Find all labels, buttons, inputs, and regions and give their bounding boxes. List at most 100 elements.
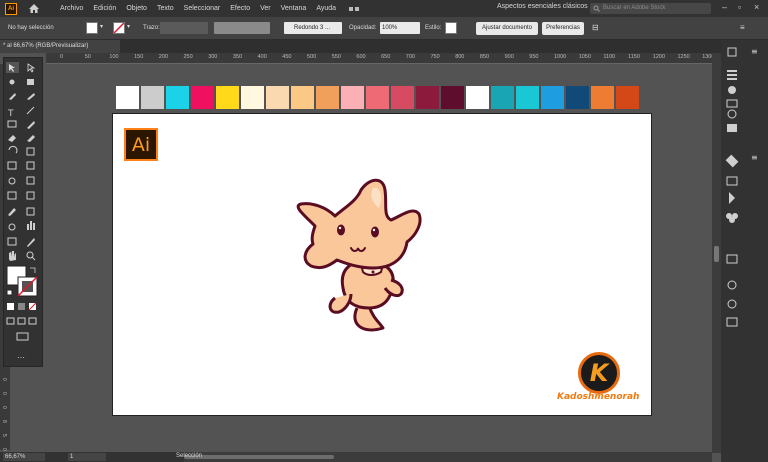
color-mode-buttons[interactable] — [7, 302, 37, 312]
palette-swatch[interactable] — [216, 86, 239, 109]
free-transform-tool-icon[interactable] — [25, 162, 37, 172]
artboard-tool-icon[interactable] — [6, 237, 18, 247]
palette-swatch[interactable] — [616, 86, 639, 109]
preferences-button[interactable]: Preferencias — [542, 22, 584, 35]
symbol-sprayer-tool-icon[interactable] — [6, 222, 18, 232]
palette-swatch[interactable] — [491, 86, 514, 109]
mesh-tool-icon[interactable] — [6, 191, 18, 201]
menu-ver[interactable]: Ver — [255, 5, 276, 12]
brush-dropdown[interactable]: Redondo 3 ... — [284, 22, 342, 34]
links-panel-icon[interactable] — [727, 192, 739, 202]
width-tool-icon[interactable] — [6, 162, 18, 172]
fill-swatch[interactable] — [86, 22, 98, 34]
more-tools-icon[interactable] — [17, 350, 29, 360]
opacity-input[interactable]: 100% — [380, 22, 420, 34]
chevron-down-icon[interactable]: ▾ — [100, 23, 103, 30]
scale-tool-icon[interactable] — [25, 149, 37, 159]
zoom-tool-icon[interactable] — [25, 251, 37, 261]
palette-swatch[interactable] — [566, 86, 589, 109]
palette-swatch[interactable] — [266, 86, 289, 109]
stroke-weight-dropdown[interactable] — [160, 22, 208, 34]
palette-swatch[interactable] — [441, 86, 464, 109]
menu-texto[interactable]: Texto — [152, 5, 179, 12]
palette-swatch[interactable] — [341, 86, 364, 109]
appearance-panel-icon[interactable] — [727, 280, 739, 290]
palette-swatch[interactable] — [316, 86, 339, 109]
palette-swatch[interactable] — [241, 86, 264, 109]
menu-edicion[interactable]: Edición — [88, 5, 121, 12]
blend-tool-icon[interactable] — [25, 207, 37, 217]
palette-swatch[interactable] — [191, 86, 214, 109]
artboard-navigator[interactable]: 1 — [68, 453, 106, 461]
menu-icon[interactable]: ≡ — [740, 23, 745, 32]
minimize-icon[interactable]: – — [722, 2, 727, 12]
palette-swatch[interactable] — [516, 86, 539, 109]
palette-swatch[interactable] — [541, 86, 564, 109]
palette-swatch[interactable] — [366, 86, 389, 109]
fill-stroke-swatches[interactable] — [7, 266, 37, 296]
scrollbar-thumb[interactable] — [184, 455, 334, 459]
horizontal-scrollbar[interactable] — [184, 452, 712, 462]
shaper-tool-icon[interactable] — [6, 135, 18, 145]
artboards-panel-icon[interactable] — [727, 176, 739, 186]
graphic-styles-panel-icon[interactable] — [727, 300, 739, 310]
swatches-panel-icon[interactable] — [727, 100, 739, 110]
palette-swatch[interactable] — [116, 86, 139, 109]
palette-swatch[interactable] — [391, 86, 414, 109]
palette-swatch[interactable] — [466, 86, 489, 109]
menu-ventana[interactable]: Ventana — [276, 5, 312, 12]
paintbrush-tool-icon[interactable] — [25, 121, 37, 131]
hand-tool-icon[interactable] — [6, 251, 18, 261]
transparency-panel-icon[interactable] — [727, 254, 739, 264]
pen-tool-icon[interactable] — [6, 92, 18, 102]
column-graph-tool-icon[interactable] — [25, 222, 37, 232]
layers-panel-icon[interactable] — [727, 156, 739, 166]
rectangle-tool-icon[interactable] — [6, 121, 18, 131]
color-panel-icon[interactable] — [727, 86, 739, 96]
type-tool-icon[interactable] — [6, 107, 18, 117]
gradient-tool-icon[interactable] — [25, 191, 37, 201]
maximize-icon[interactable]: ▫ — [738, 2, 741, 12]
chevron-down-icon[interactable]: ▾ — [127, 23, 130, 30]
palette-swatch[interactable] — [141, 86, 164, 109]
scrollbar-thumb[interactable] — [714, 246, 719, 262]
eyedropper-tool-icon[interactable] — [6, 207, 18, 217]
palette-swatch[interactable] — [416, 86, 439, 109]
variable-width-dropdown[interactable] — [214, 22, 270, 34]
stock-search-input[interactable]: Buscar en Adobe Stock — [590, 3, 711, 14]
draw-mode-buttons[interactable] — [7, 317, 37, 327]
home-icon[interactable] — [27, 3, 41, 15]
rotate-tool-icon[interactable] — [6, 149, 18, 159]
line-tool-icon[interactable] — [25, 107, 37, 117]
menu-ayuda[interactable]: Ayuda — [311, 5, 341, 12]
palette-swatch[interactable] — [591, 86, 614, 109]
palette-swatch[interactable] — [291, 86, 314, 109]
eraser-tool-icon[interactable] — [25, 135, 37, 145]
palette-swatch[interactable] — [166, 86, 189, 109]
menu-efecto[interactable]: Efecto — [225, 5, 255, 12]
align-icon[interactable]: ⊟ — [592, 23, 599, 32]
selection-tool-icon[interactable] — [6, 62, 18, 72]
arrange-documents-icon[interactable] — [349, 6, 360, 11]
symbols-panel-icon[interactable] — [727, 124, 739, 134]
direct-selection-tool-icon[interactable] — [25, 62, 37, 72]
lasso-tool-icon[interactable] — [25, 77, 37, 87]
graphic-style-swatch[interactable] — [445, 22, 457, 34]
screen-mode-icon[interactable] — [17, 332, 29, 342]
slice-tool-icon[interactable] — [25, 237, 37, 247]
properties-panel-icon[interactable] — [727, 48, 739, 58]
vertical-scrollbar[interactable] — [712, 53, 721, 453]
stroke-swatch[interactable] — [113, 22, 125, 34]
libraries-panel-icon[interactable] — [727, 70, 739, 80]
document-tab[interactable]: * al 66,67% (RGB/Previsualizar) — [0, 40, 120, 53]
shape-builder-tool-icon[interactable] — [6, 176, 18, 186]
curvature-tool-icon[interactable] — [25, 92, 37, 102]
menu-objeto[interactable]: Objeto — [121, 5, 152, 12]
perspective-grid-tool-icon[interactable] — [25, 176, 37, 186]
document-setup-button[interactable]: Ajustar documento — [476, 22, 538, 35]
menu-archivo[interactable]: Archivo — [55, 5, 88, 12]
workspace-switcher[interactable]: Aspectos esenciales clásicos — [497, 3, 588, 10]
close-icon[interactable]: × — [754, 2, 759, 12]
symbols-library-icon[interactable] — [727, 214, 739, 224]
menu-seleccionar[interactable]: Seleccionar — [179, 5, 226, 12]
